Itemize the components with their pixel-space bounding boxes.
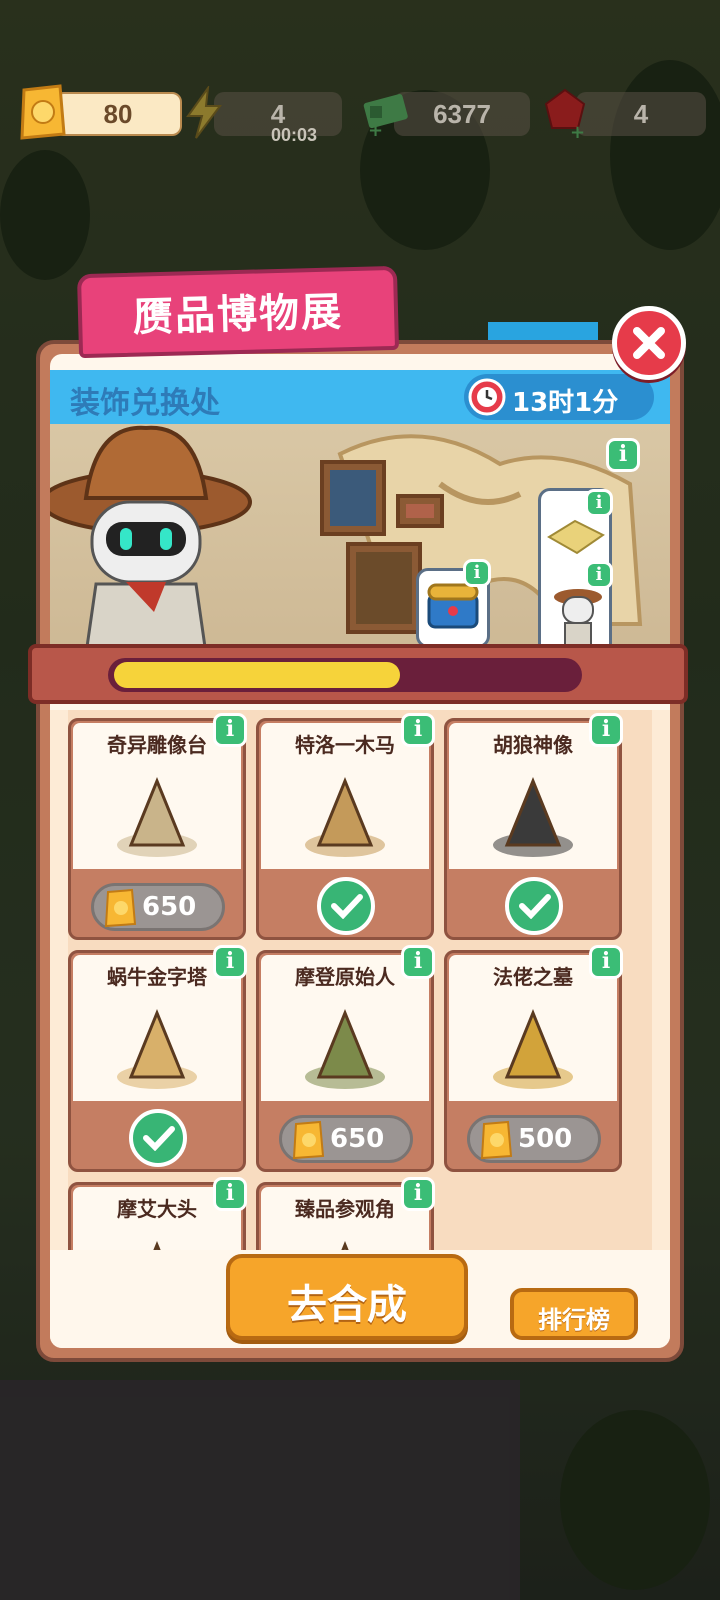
reward-bubble-items[interactable]: i i — [538, 488, 613, 658]
item-image — [493, 777, 573, 857]
item-info-icon[interactable]: i — [213, 945, 247, 979]
reward-bubble-chest[interactable]: i — [416, 559, 491, 648]
explorer-mummy-character — [50, 425, 252, 654]
svg-text:+: + — [570, 122, 585, 140]
map-decoration-icon — [547, 519, 605, 555]
gem-value: 4 — [576, 92, 706, 136]
energy-timer: 00:03 — [270, 125, 318, 145]
synthesize-label: 去合成 — [287, 1282, 407, 1328]
ticket-icon — [480, 1120, 513, 1160]
item-image — [117, 777, 197, 857]
cash-value: 6377 — [394, 92, 530, 136]
panel-content: 装饰兑换处 13时1分 i i i i 奇异雕像台 i 650 特洛一木马 i … — [50, 354, 670, 1348]
chest-info-icon[interactable]: i — [463, 559, 491, 587]
item-card[interactable]: 摩艾大头 i — [68, 1177, 247, 1250]
progress-banner — [28, 644, 688, 704]
explorer-avatar-icon — [554, 589, 602, 648]
item-grid[interactable]: 奇异雕像台 i 650 特洛一木马 i 胡狼神像 i 蜗牛金字塔 i 摩登原始人 i 650 法佬之墓 i… — [50, 710, 670, 1250]
item-image — [341, 1241, 349, 1250]
item-card[interactable]: 特洛一木马 i — [256, 713, 435, 940]
item-info-icon[interactable]: i — [213, 713, 247, 747]
item-card[interactable]: 蜗牛金字塔 i — [68, 945, 247, 1172]
price-value: 650 — [330, 1124, 385, 1154]
item-image — [493, 1009, 573, 1089]
ticket-icon — [292, 1120, 325, 1160]
countdown-text: 13时1分 — [512, 388, 619, 418]
painting-pearl-earring — [320, 460, 386, 536]
painting-small — [396, 494, 444, 528]
leaderboard-button[interactable]: 排行榜 — [510, 1288, 638, 1340]
panel-title-tab: 赝品博物展 — [76, 265, 400, 359]
item-card[interactable]: 奇异雕像台 i 650 — [68, 713, 247, 940]
owned-checkmark-icon — [129, 1109, 187, 1167]
gem-counter[interactable]: 4 + — [540, 88, 710, 140]
price-button[interactable]: 650 — [91, 883, 225, 931]
countdown-pill: 13时1分 — [464, 374, 654, 420]
ticket-icon — [104, 888, 137, 928]
painting-mona-lisa — [346, 542, 422, 634]
owned-checkmark-icon — [317, 877, 375, 935]
owned-checkmark-icon — [505, 877, 563, 935]
ticket-value: 80 — [54, 92, 182, 136]
item-info-icon[interactable]: i — [589, 945, 623, 979]
explorer-info-icon[interactable]: i — [585, 561, 613, 589]
item-card[interactable]: 胡狼神像 i — [444, 713, 623, 940]
ticket-icon — [20, 84, 66, 140]
scene-info-icon[interactable]: i — [606, 438, 640, 472]
synthesize-button[interactable]: 去合成 — [226, 1254, 468, 1340]
clock-icon — [468, 378, 506, 416]
close-button[interactable] — [612, 306, 686, 380]
header-strip: 装饰兑换处 13时1分 — [50, 370, 670, 424]
exchange-panel: 装饰兑换处 13时1分 i i i i 奇异雕像台 i 650 特洛一木马 i … — [28, 340, 688, 1362]
progress-fill — [114, 662, 401, 688]
energy-bolt-icon — [186, 86, 222, 139]
item-image — [117, 1009, 197, 1089]
item-card[interactable]: 法佬之墓 i 500 — [444, 945, 623, 1172]
panel-subtitle: 装饰兑换处 — [70, 386, 220, 421]
item-info-icon[interactable]: i — [401, 945, 435, 979]
price-value: 650 — [142, 892, 197, 922]
ruby-gem-icon: + — [544, 88, 586, 140]
cash-icon: + — [363, 93, 408, 138]
ticket-counter[interactable]: 80 — [14, 84, 182, 140]
item-card[interactable]: 摩登原始人 i 650 — [256, 945, 435, 1172]
leaderboard-label: 排行榜 — [538, 1306, 610, 1334]
item-image — [305, 777, 385, 857]
item-image — [153, 1241, 161, 1250]
item-card[interactable]: 臻品参观角 i — [256, 1177, 435, 1250]
item-info-icon[interactable]: i — [213, 1177, 247, 1211]
cash-counter[interactable]: 6377 + — [362, 92, 532, 138]
price-button[interactable]: 500 — [467, 1115, 601, 1163]
energy-counter[interactable]: 4 00:03 — [184, 86, 344, 145]
item-image — [305, 1009, 385, 1089]
item-info-icon[interactable]: i — [401, 1177, 435, 1211]
panel-title: 赝品博物展 — [132, 289, 344, 341]
museum-scene: i i i i — [50, 424, 670, 664]
svg-text:+: + — [368, 120, 383, 138]
map-info-icon[interactable]: i — [585, 489, 613, 517]
close-icon — [633, 327, 665, 359]
price-button[interactable]: 650 — [279, 1115, 413, 1163]
progress-track — [108, 658, 582, 692]
item-info-icon[interactable]: i — [401, 713, 435, 747]
price-value: 500 — [518, 1124, 573, 1154]
item-info-icon[interactable]: i — [589, 713, 623, 747]
